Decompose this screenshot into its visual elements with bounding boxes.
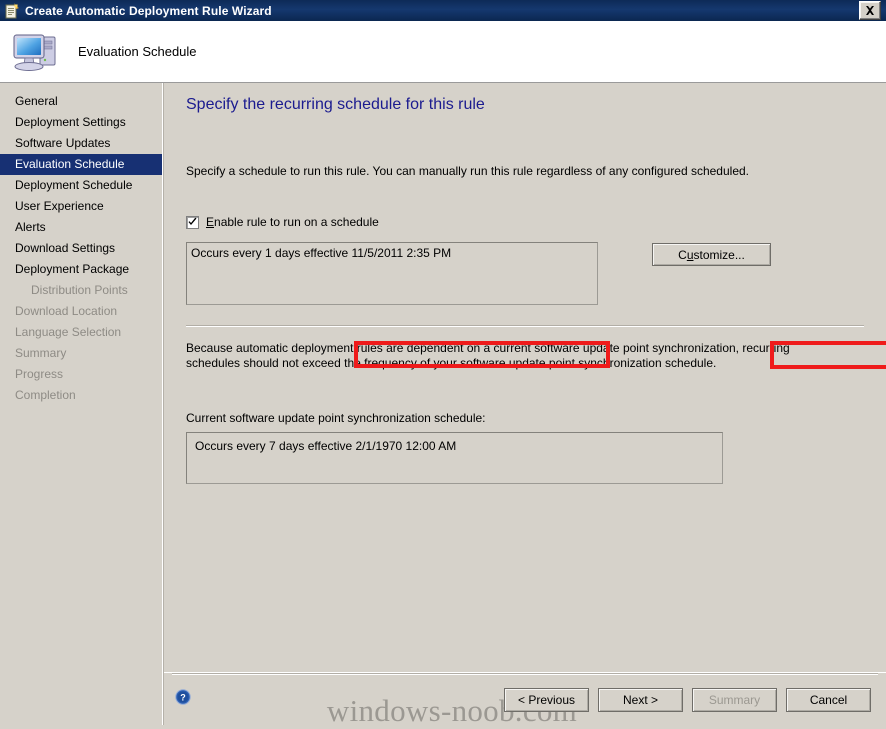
wizard-window: Create Automatic Deployment Rule Wizard [0, 0, 886, 728]
sidebar-item-summary: Summary [15, 346, 67, 360]
summary-button: Summary [692, 688, 777, 712]
close-button[interactable] [859, 1, 881, 20]
sidebar-item-user-experience[interactable]: User Experience [0, 196, 162, 217]
sidebar-item-deployment-settings[interactable]: Deployment Settings [0, 112, 162, 133]
customize-button[interactable]: Customize... [652, 243, 771, 266]
wizard-step-list: General Deployment Settings Software Updat… [0, 83, 163, 725]
wizard-content: Specify the recurring schedule for this … [163, 83, 886, 728]
page-heading: Evaluation Schedule [78, 44, 197, 59]
sidebar-item-general[interactable]: General [0, 91, 162, 112]
sidebar-item-progress: Progress [15, 367, 64, 381]
sidebar-item-evaluation-schedule[interactable]: Evaluation Schedule [0, 154, 162, 175]
sidebar-item-deployment-package[interactable]: Deployment Package [0, 259, 162, 280]
sync-schedule-label: Current software update point synchroniz… [186, 411, 486, 425]
sync-schedule-value: Occurs every 7 days effective 2/1/1970 1… [195, 439, 457, 453]
button-label: Next > [622, 693, 658, 707]
sidebar-item-deployment-schedule[interactable]: Deployment Schedule [0, 175, 162, 196]
enable-schedule-label: Enable rule to run on a schedule [206, 215, 379, 229]
cancel-button[interactable]: Cancel [786, 688, 871, 712]
next-button[interactable]: Next > [598, 688, 683, 712]
page-title: Specify the recurring schedule for this … [186, 96, 485, 113]
sync-note-text: Because automatic deployment rules are d… [186, 341, 790, 370]
sidebar-item-completion: Completion [15, 388, 76, 402]
sidebar-item-software-updates[interactable]: Software Updates [0, 133, 162, 154]
sidebar-item-distribution-points: Distribution Points [31, 283, 128, 297]
schedule-value-text: Occurs every 1 days effective 11/5/2011 … [191, 246, 452, 260]
customize-label: Customize... [678, 247, 745, 262]
sidebar-item-language-selection: Language Selection [15, 325, 122, 339]
title-bar: Create Automatic Deployment Rule Wizard [0, 0, 886, 21]
computer-monitor-icon [12, 29, 62, 75]
enable-schedule-label-rest: nable rule to run on a schedule [214, 215, 379, 229]
enable-schedule-accel: E [206, 215, 215, 229]
sidebar-item-download-location: Download Location [15, 304, 118, 318]
enable-schedule-checkbox[interactable] [186, 215, 199, 229]
button-label: Cancel [809, 693, 848, 707]
footer-button-group: < Previous Next > Summary Cancel [504, 688, 871, 712]
window-title: Create Automatic Deployment Rule Wizard [25, 3, 272, 18]
wizard-footer: ? windows-noob.com < Previous Next > Summa… [164, 672, 886, 728]
wizard-header: Evaluation Schedule [0, 21, 886, 83]
schedule-value-box[interactable]: Occurs every 1 days effective 11/5/2011 … [186, 242, 598, 305]
previous-button[interactable]: < Previous [504, 688, 589, 712]
button-label: < Previous [517, 693, 576, 707]
intro-text: Specify a schedule to run this rule. You… [186, 164, 750, 178]
schedule-row: Occurs every 1 days effective 11/5/2011 … [186, 242, 864, 305]
footer-divider [172, 673, 878, 675]
wizard-document-icon [4, 2, 20, 19]
button-label: Summary [708, 693, 761, 707]
sidebar-item-download-settings[interactable]: Download Settings [0, 238, 162, 259]
wizard-body: General Deployment Settings Software Updat… [0, 83, 886, 728]
content-divider [186, 325, 864, 327]
enable-schedule-row[interactable]: Enable rule to run on a schedule [186, 215, 864, 229]
sidebar-item-alerts[interactable]: Alerts [0, 217, 162, 238]
sync-schedule-box: Occurs every 7 days effective 2/1/1970 1… [186, 432, 723, 484]
